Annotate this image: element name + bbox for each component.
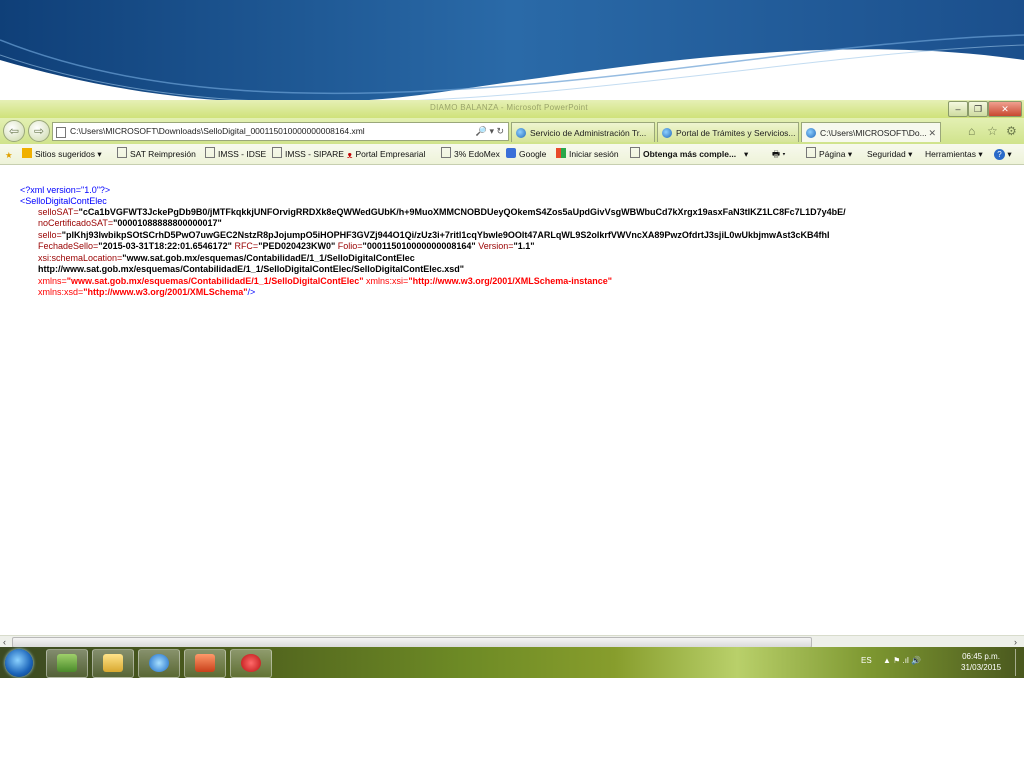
xml-root-open: <SelloDigitalContElec	[20, 196, 107, 206]
help-icon[interactable]: ? ▾	[994, 144, 1012, 164]
fav-google[interactable]: Google	[506, 144, 546, 164]
system-tray: ES ▲ ⚑ .ıl 🔊 06:45 p.m. 31/03/2015	[855, 647, 1024, 678]
home-icon[interactable]: ⌂	[968, 124, 975, 138]
slide-header-banner	[0, 0, 1024, 104]
address-text: C:\Users\MICROSOFT\Downloads\SelloDigita…	[70, 126, 365, 136]
xml-attr-sello: sello="plKhj93IwbikpSOtSCrhD5PwO7uwGEC2N…	[38, 230, 830, 240]
taskbar-cf-app[interactable]	[230, 649, 272, 678]
page-menu-button[interactable]: Página ▾	[806, 144, 852, 164]
clock-time: 06:45 p.m.	[962, 652, 1000, 661]
page-icon	[441, 147, 451, 158]
windows-taskbar: ES ▲ ⚑ .ıl 🔊 06:45 p.m. 31/03/2015	[0, 647, 1024, 678]
maximize-button[interactable]: ❐	[968, 101, 988, 117]
tab-close-icon[interactable]: ✕	[928, 123, 936, 142]
fav-edomex[interactable]: 3% EdoMex	[441, 144, 500, 164]
tools-menu-button[interactable]: Herramientas ▾	[925, 144, 983, 164]
favorites-bar: ★ Sitios sugeridos ▾ SAT Reimpresión IMS…	[0, 144, 1024, 165]
window-title-bar: DIAMO BALANZA - Microsoft PowerPoint – ❐…	[0, 100, 1024, 118]
start-button[interactable]	[5, 649, 33, 677]
address-controls[interactable]: 🔎 ▾ ↻	[476, 123, 504, 140]
language-indicator[interactable]: ES	[861, 656, 872, 665]
google-icon	[506, 148, 516, 158]
taskbar-internet-explorer[interactable]	[138, 649, 180, 678]
navigation-bar: ⇦ ⇨ C:\Users\MICROSOFT\Downloads\SelloDi…	[0, 118, 1024, 144]
taskbar-folder[interactable]	[92, 649, 134, 678]
page-icon	[205, 147, 215, 158]
fav-imss-idse[interactable]: IMSS - IDSE	[205, 144, 266, 164]
xml-attr-sellosat: selloSAT="cCa1bVGFWT3JckePgDb9B0/jMTFkqk…	[38, 207, 846, 217]
back-button[interactable]: ⇦	[3, 120, 25, 142]
taskbar-powerpoint[interactable]	[184, 649, 226, 678]
folder-icon	[103, 654, 123, 672]
tray-icons[interactable]: ▲ ⚑ .ıl 🔊	[883, 656, 921, 665]
favorites-star-icon[interactable]: ☆	[987, 124, 998, 138]
page-icon	[117, 147, 127, 158]
ie-page-icon	[516, 128, 526, 138]
clock[interactable]: 06:45 p.m. 31/03/2015	[961, 651, 1001, 673]
minimize-button[interactable]: –	[948, 101, 968, 117]
safety-menu-button[interactable]: Seguridad ▾	[867, 144, 912, 164]
favorites-star-icon[interactable]: ★	[5, 144, 18, 164]
xml-declaration: <?xml version="1.0"?>	[20, 185, 111, 195]
tab-portal-tramites[interactable]: Portal de Trámites y Servicios...	[657, 122, 799, 142]
gear-icon[interactable]: ⚙	[1006, 124, 1017, 138]
forward-button[interactable]: ⇨	[28, 120, 50, 142]
explorer-icon	[57, 654, 77, 672]
tab-xml-file[interactable]: C:\Users\MICROSOFT\Do... ✕	[801, 122, 941, 142]
page-icon	[806, 147, 816, 158]
xml-attr-schemalocation-cont: http://www.sat.gob.mx/esquemas/Contabili…	[38, 264, 465, 274]
tab-label: C:\Users\MICROSOFT\Do...	[820, 128, 927, 138]
page-icon	[272, 147, 282, 158]
fav-obtenga-mas[interactable]: Obtenga más comple...	[630, 144, 736, 164]
tab-label: Portal de Trámites y Servicios...	[676, 128, 796, 138]
fav-portal-empresarial[interactable]: ᴥ Portal Empresarial	[347, 144, 425, 164]
browser-screenshot: DIAMO BALANZA - Microsoft PowerPoint – ❐…	[0, 100, 1024, 678]
address-bar[interactable]: C:\Users\MICROSOFT\Downloads\SelloDigita…	[52, 122, 509, 141]
tab-label: Servicio de Administración Tr...	[530, 128, 647, 138]
ie-icon	[149, 654, 169, 672]
favorites-overflow-button[interactable]: ▾	[744, 144, 748, 164]
xml-attr-xmlns: xmlns="www.sat.gob.mx/esquemas/Contabili…	[38, 276, 613, 286]
clock-date: 31/03/2015	[961, 663, 1002, 672]
xml-attr-schemalocation: xsi:schemaLocation="www.sat.gob.mx/esque…	[38, 253, 415, 263]
ie-page-icon	[662, 128, 672, 138]
xml-attr-fecha-rfc-folio-version: FechadeSello="2015-03-31T18:22:01.654617…	[38, 241, 535, 251]
powerpoint-icon	[195, 654, 215, 672]
windows-icon	[556, 148, 566, 158]
page-icon	[56, 127, 66, 138]
fav-iniciar-sesion[interactable]: Iniciar sesión	[556, 144, 619, 164]
print-icon[interactable]: 🖶 ▾	[772, 144, 786, 164]
portal-icon: ᴥ	[347, 150, 353, 160]
fav-sitios-sugeridos[interactable]: Sitios sugeridos ▾	[22, 144, 102, 164]
bing-icon	[22, 148, 32, 158]
tab-sat[interactable]: Servicio de Administración Tr...	[511, 122, 655, 142]
close-button[interactable]: ✕	[988, 101, 1022, 117]
xml-viewer: <?xml version="1.0"?> <SelloDigitalContE…	[0, 165, 1024, 635]
taskbar-windows-explorer[interactable]	[46, 649, 88, 678]
show-desktop-button[interactable]	[1015, 649, 1024, 676]
cf-app-icon	[241, 654, 261, 672]
page-icon	[630, 147, 640, 158]
fav-sat-reimpresion[interactable]: SAT Reimpresión	[117, 144, 196, 164]
xml-attr-nocertificado: noCertificadoSAT="00001088888800000017"	[38, 218, 222, 228]
window-title: DIAMO BALANZA - Microsoft PowerPoint	[430, 103, 588, 112]
fav-imss-sipare[interactable]: IMSS - SIPARE	[272, 144, 344, 164]
ie-page-icon	[806, 128, 816, 138]
xml-attr-xmlns-xsd: xmlns:xsd="http://www.w3.org/2001/XMLSch…	[38, 287, 256, 297]
